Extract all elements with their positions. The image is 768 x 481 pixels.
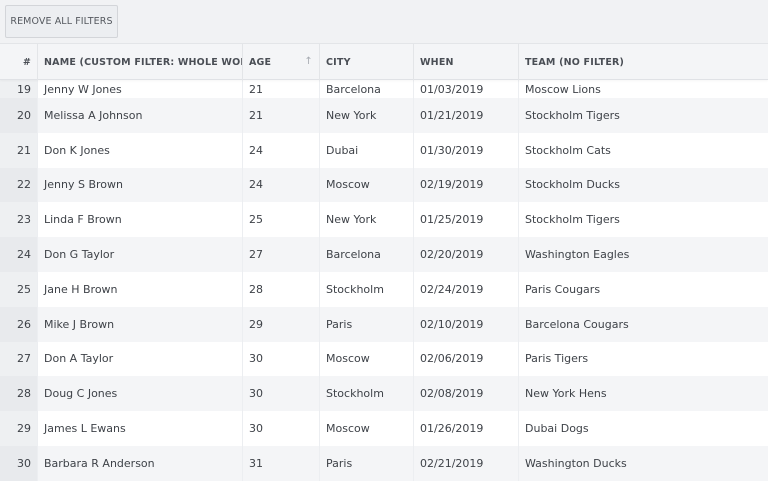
name-cell[interactable]: Mike J Brown [38, 306, 243, 342]
when-cell[interactable]: 02/21/2019 [414, 445, 519, 481]
row-number-cell[interactable]: 24 [0, 237, 38, 272]
city-cell[interactable]: Stockholm [320, 376, 414, 412]
row-number-cell[interactable]: 22 [0, 167, 38, 203]
table-row[interactable]: 24 Don G Taylor 27 Barcelona 02/20/2019 Washi… [0, 237, 768, 272]
table-row[interactable]: 20 Melissa A Johnson 21 New York 01/21/2019 S… [0, 98, 768, 133]
remove-all-filters-button[interactable]: REMOVE ALL FILTERS [5, 5, 118, 38]
column-header-age[interactable]: AGE ↑ [243, 44, 320, 80]
column-header-team[interactable]: TEAM (NO FILTER) [519, 44, 768, 80]
team-cell[interactable]: Barcelona Cougars [519, 306, 768, 342]
when-cell[interactable]: 01/03/2019 [414, 80, 519, 98]
age-cell[interactable]: 28 [243, 271, 320, 307]
age-cell[interactable]: 21 [243, 80, 320, 98]
row-number-cell[interactable]: 19 [0, 80, 38, 98]
when-cell[interactable]: 01/30/2019 [414, 132, 519, 168]
column-header-age-label: AGE [249, 56, 272, 68]
age-cell[interactable]: 31 [243, 445, 320, 481]
row-number-cell[interactable]: 27 [0, 341, 38, 377]
name-cell[interactable]: Jenny S Brown [38, 167, 243, 203]
team-cell[interactable]: Paris Tigers [519, 341, 768, 377]
row-number-cell[interactable]: 25 [0, 271, 38, 307]
when-cell[interactable]: 01/25/2019 [414, 202, 519, 238]
column-header-when[interactable]: WHEN [414, 44, 519, 80]
age-cell[interactable]: 30 [243, 376, 320, 412]
data-grid: # NAME (CUSTOM FILTER: WHOLE WORDS) AGE … [0, 43, 768, 481]
table-row[interactable]: 21 Don K Jones 24 Dubai 01/30/2019 Stockholm … [0, 132, 768, 168]
name-cell[interactable]: Doug C Jones [38, 376, 243, 412]
name-cell[interactable]: Barbara R Anderson [38, 445, 243, 481]
table-row[interactable]: 30 Barbara R Anderson 31 Paris 02/21/2019 Was… [0, 445, 768, 481]
table-row[interactable]: 22 Jenny S Brown 24 Moscow 02/19/2019 Stockho… [0, 167, 768, 203]
team-cell[interactable]: Paris Cougars [519, 271, 768, 307]
team-cell[interactable]: Dubai Dogs [519, 411, 768, 446]
name-cell[interactable]: Melissa A Johnson [38, 98, 243, 133]
age-cell[interactable]: 30 [243, 341, 320, 377]
name-cell[interactable]: Don A Taylor [38, 341, 243, 377]
grid-header: # NAME (CUSTOM FILTER: WHOLE WORDS) AGE … [0, 44, 768, 80]
when-cell[interactable]: 01/21/2019 [414, 98, 519, 133]
name-cell[interactable]: Jenny W Jones [38, 80, 243, 98]
team-cell[interactable]: Stockholm Ducks [519, 167, 768, 203]
row-number-cell[interactable]: 26 [0, 306, 38, 342]
table-row[interactable]: 19 Jenny W Jones 21 Barcelona 01/03/2019 Mosc… [0, 80, 768, 98]
team-cell[interactable]: Washington Eagles [519, 237, 768, 272]
table-row[interactable]: 27 Don A Taylor 30 Moscow 02/06/2019 Paris Ti… [0, 341, 768, 377]
name-cell[interactable]: Jane H Brown [38, 271, 243, 307]
row-number-cell[interactable]: 30 [0, 445, 38, 481]
when-cell[interactable]: 02/24/2019 [414, 271, 519, 307]
table-row[interactable]: 29 James L Ewans 30 Moscow 01/26/2019 Dubai D… [0, 411, 768, 446]
grid-body: 19 Jenny W Jones 21 Barcelona 01/03/2019 Mosc… [0, 80, 768, 481]
name-cell[interactable]: Don K Jones [38, 132, 243, 168]
city-cell[interactable]: Moscow [320, 411, 414, 446]
city-cell[interactable]: Dubai [320, 132, 414, 168]
column-header-name[interactable]: NAME (CUSTOM FILTER: WHOLE WORDS) [38, 44, 243, 80]
team-cell[interactable]: Stockholm Tigers [519, 202, 768, 238]
age-cell[interactable]: 24 [243, 132, 320, 168]
age-cell[interactable]: 21 [243, 98, 320, 133]
row-number-cell[interactable]: 29 [0, 411, 38, 446]
table-row[interactable]: 23 Linda F Brown 25 New York 01/25/2019 Stock… [0, 202, 768, 238]
toolbar: REMOVE ALL FILTERS [0, 0, 768, 43]
table-row[interactable]: 26 Mike J Brown 29 Paris 02/10/2019 Barcelona… [0, 306, 768, 342]
city-cell[interactable]: Stockholm [320, 271, 414, 307]
city-cell[interactable]: Paris [320, 306, 414, 342]
name-cell[interactable]: James L Ewans [38, 411, 243, 446]
city-cell[interactable]: New York [320, 98, 414, 133]
when-cell[interactable]: 02/19/2019 [414, 167, 519, 203]
row-number-cell[interactable]: 28 [0, 376, 38, 412]
team-cell[interactable]: New York Hens [519, 376, 768, 412]
city-cell[interactable]: Moscow [320, 167, 414, 203]
when-cell[interactable]: 01/26/2019 [414, 411, 519, 446]
table-row[interactable]: 25 Jane H Brown 28 Stockholm 02/24/2019 Paris… [0, 271, 768, 307]
when-cell[interactable]: 02/10/2019 [414, 306, 519, 342]
age-cell[interactable]: 25 [243, 202, 320, 238]
team-cell[interactable]: Stockholm Tigers [519, 98, 768, 133]
arrow-up-icon[interactable]: ↑ [304, 56, 313, 67]
city-cell[interactable]: Barcelona [320, 80, 414, 98]
column-header-city[interactable]: CITY [320, 44, 414, 80]
age-cell[interactable]: 24 [243, 167, 320, 203]
name-cell[interactable]: Linda F Brown [38, 202, 243, 238]
row-number-cell[interactable]: 23 [0, 202, 38, 238]
row-number-cell[interactable]: 21 [0, 132, 38, 168]
city-cell[interactable]: Barcelona [320, 237, 414, 272]
age-cell[interactable]: 30 [243, 411, 320, 446]
city-cell[interactable]: Moscow [320, 341, 414, 377]
when-cell[interactable]: 02/08/2019 [414, 376, 519, 412]
team-cell[interactable]: Washington Ducks [519, 445, 768, 481]
city-cell[interactable]: New York [320, 202, 414, 238]
age-cell[interactable]: 29 [243, 306, 320, 342]
name-cell[interactable]: Don G Taylor [38, 237, 243, 272]
when-cell[interactable]: 02/20/2019 [414, 237, 519, 272]
team-cell[interactable]: Stockholm Cats [519, 132, 768, 168]
age-cell[interactable]: 27 [243, 237, 320, 272]
city-cell[interactable]: Paris [320, 445, 414, 481]
team-cell[interactable]: Moscow Lions [519, 80, 768, 98]
when-cell[interactable]: 02/06/2019 [414, 341, 519, 377]
table-row[interactable]: 28 Doug C Jones 30 Stockholm 02/08/2019 New Y… [0, 376, 768, 412]
column-header-row-number[interactable]: # [0, 44, 38, 80]
row-number-cell[interactable]: 20 [0, 98, 38, 133]
